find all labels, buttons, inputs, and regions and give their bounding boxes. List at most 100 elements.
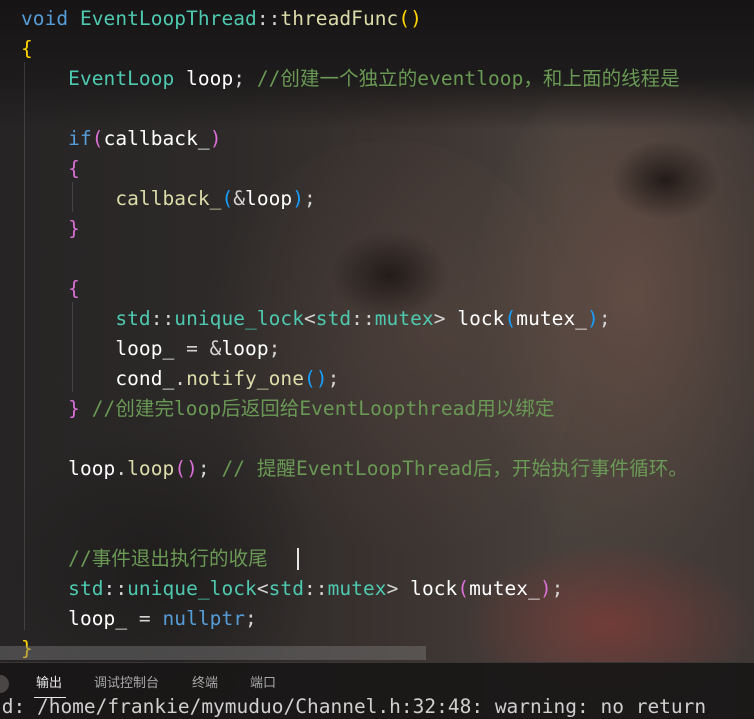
code-token: loop xyxy=(221,337,269,360)
code-token: loop xyxy=(245,187,293,210)
code-line: if(callback_) xyxy=(21,124,221,154)
code-token: lock xyxy=(410,577,458,600)
code-line: EventLoop loop; //创建一个独立的eventloop，和上面的线… xyxy=(21,64,680,94)
code-token: mutex_ xyxy=(516,307,588,330)
code-editor[interactable]: void EventLoopThread::threadFunc(){ Even… xyxy=(0,0,754,662)
code-token: ; xyxy=(197,457,222,480)
code-token: cond_ xyxy=(115,367,175,390)
code-token: std xyxy=(315,307,352,330)
code-token: ; xyxy=(268,337,281,360)
code-token: < xyxy=(304,307,316,330)
code-token: > xyxy=(433,307,458,330)
code-token: ( xyxy=(504,307,517,330)
code-line: callback_(&loop); xyxy=(21,184,316,214)
code-token: { xyxy=(68,157,80,180)
code-token: unique_lock xyxy=(127,577,257,600)
code-token: { xyxy=(21,37,33,60)
code-token: ; xyxy=(551,577,564,600)
output-line: ld: /home/frankie/mymuduo/Channel.h:32:4… xyxy=(0,695,707,718)
code-token: ( xyxy=(457,577,470,600)
code-token: callback_ xyxy=(103,127,210,150)
code-token: mutex_ xyxy=(469,577,540,600)
code-token: ; xyxy=(304,187,316,210)
code-line: loop_ = &loop; xyxy=(21,334,280,364)
code-line: { xyxy=(21,34,33,64)
code-line: std::unique_lock<std::mutex> lock(mutex_… xyxy=(21,574,563,604)
code-token: > xyxy=(386,577,411,600)
code-token: ) xyxy=(539,577,552,600)
text-cursor xyxy=(297,548,299,570)
code-token: // 提醒EventLoopThread后，开始执行事件循环。 xyxy=(221,457,688,480)
tab-output[interactable]: 输出 xyxy=(36,672,62,696)
code-line: cond_.notify_one(); xyxy=(21,364,339,394)
code-token: () xyxy=(398,7,422,30)
code-token: ) xyxy=(292,187,305,210)
code-token: loop xyxy=(127,457,175,480)
indent-guide xyxy=(72,302,73,392)
code-token: () xyxy=(303,367,328,390)
code-token: loop_ xyxy=(115,337,175,360)
code-token: ; xyxy=(245,607,257,630)
code-token: ; xyxy=(233,67,257,90)
code-token: std xyxy=(268,577,305,600)
code-token: :: xyxy=(256,7,281,30)
code-line: loop.loop(); // 提醒EventLoopThread后，开始执行事… xyxy=(21,454,688,484)
code-token: ) xyxy=(209,127,222,150)
tab-terminal[interactable]: 终端 xyxy=(192,672,218,696)
panel-toggle-icon[interactable] xyxy=(0,675,9,693)
code-token: { xyxy=(68,277,80,300)
code-token: EventLoop xyxy=(68,67,175,90)
code-token: std xyxy=(115,307,151,330)
code-token: = xyxy=(127,607,163,630)
indent-guide xyxy=(24,62,25,630)
code-token: () xyxy=(174,457,198,480)
horizontal-scrollbar[interactable] xyxy=(0,646,426,660)
code-token: mutex xyxy=(327,577,387,600)
code-line: } xyxy=(21,214,80,244)
code-token: < xyxy=(256,577,269,600)
code-token: loop xyxy=(68,457,116,480)
code-token: threadFunc xyxy=(280,7,399,30)
code-token: . xyxy=(115,457,128,480)
code-token: = & xyxy=(174,337,222,360)
code-token: } xyxy=(68,397,80,420)
code-token: ; xyxy=(327,367,340,390)
code-token: EventLoopThread xyxy=(79,7,257,30)
code-token: loop xyxy=(174,67,234,90)
code-token: :: xyxy=(351,307,375,330)
code-token: } xyxy=(68,217,80,240)
code-token: :: xyxy=(150,307,175,330)
code-token: loop_ xyxy=(68,607,128,630)
code-token: mutex xyxy=(374,307,434,330)
code-line: std::unique_lock<std::mutex> lock(mutex_… xyxy=(21,304,611,334)
tab-debug-console[interactable]: 调试控制台 xyxy=(94,672,159,696)
code-token: ( xyxy=(91,127,104,150)
code-token: lock xyxy=(457,307,505,330)
code-token: . xyxy=(174,367,187,390)
code-token: void xyxy=(21,7,69,30)
code-token: & xyxy=(233,187,246,210)
tab-ports[interactable]: 端口 xyxy=(250,672,276,696)
code-token: if xyxy=(68,127,92,150)
code-token: notify_one xyxy=(186,367,304,390)
code-token: :: xyxy=(304,577,328,600)
code-token: //事件退出执行的收尾 xyxy=(68,547,268,570)
indent-guide xyxy=(72,182,73,212)
code-line: { xyxy=(21,154,80,184)
code-line: //事件退出执行的收尾 xyxy=(21,544,268,574)
code-token: unique_lock xyxy=(174,307,304,330)
